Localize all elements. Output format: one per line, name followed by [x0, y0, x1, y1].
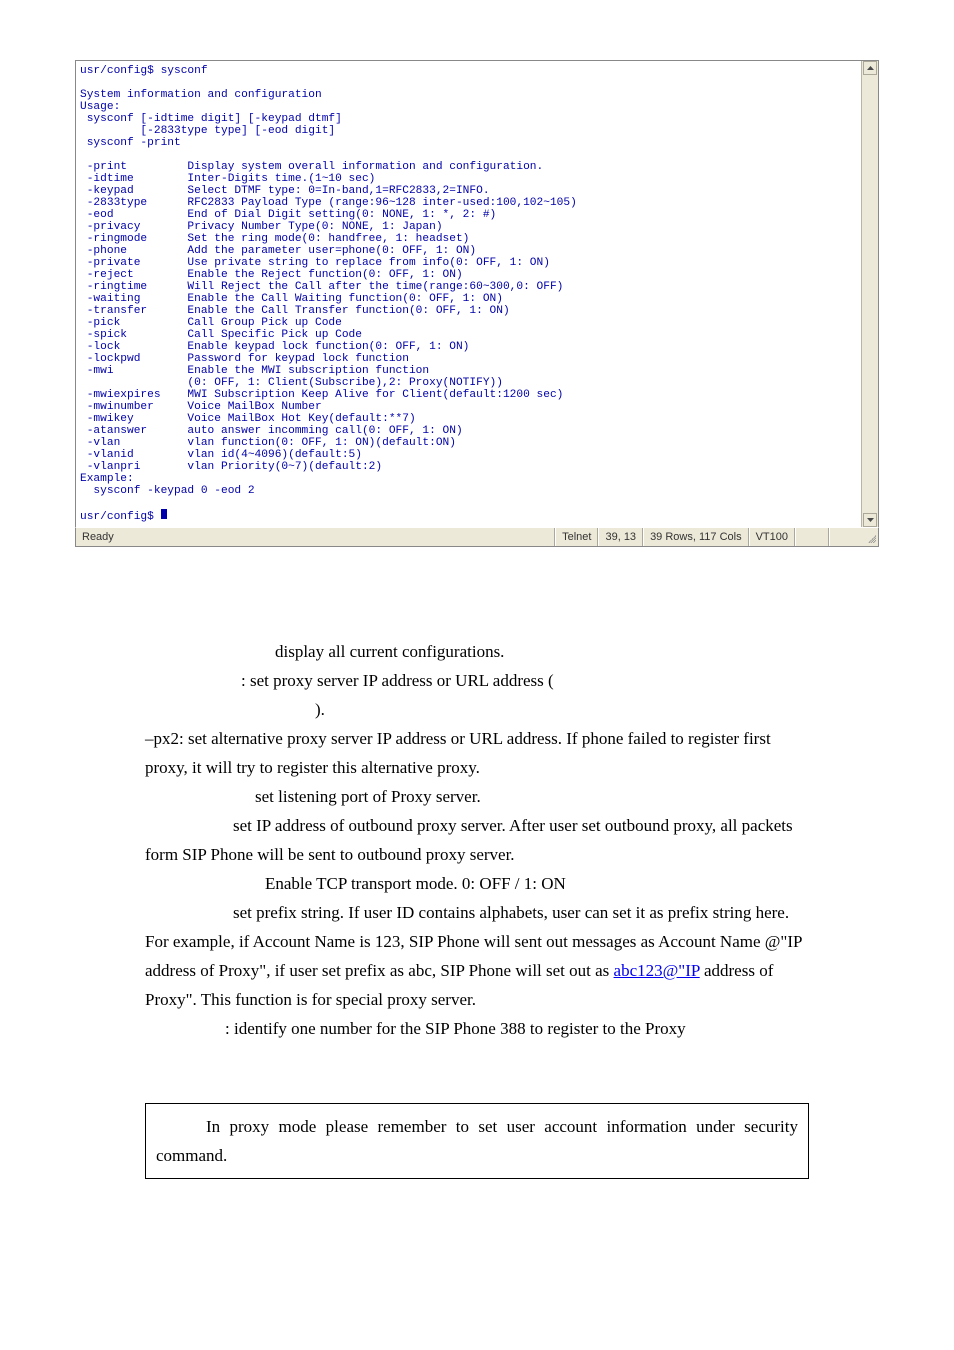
doc-line-print: display all current configurations.: [145, 637, 809, 666]
doc-line-identify: : identify one number for the SIP Phone …: [145, 1014, 809, 1043]
doc-line-tcp: Enable TCP transport mode. 0: OFF / 1: O…: [145, 869, 809, 898]
terminal-window: usr/config$ sysconf System information a…: [75, 60, 879, 527]
doc-line-prefix: set prefix string. If user ID contains a…: [145, 898, 809, 1014]
note-text: In proxy mode please remember to set use…: [156, 1117, 798, 1165]
doc-line-proxy-a: : set proxy server IP address or URL add…: [145, 666, 809, 695]
status-cursor-pos: 39, 13: [598, 528, 643, 546]
document-body: display all current configurations. : se…: [75, 637, 879, 1179]
status-dimensions: 39 Rows, 117 Cols: [643, 528, 749, 546]
status-term-type: VT100: [749, 528, 795, 546]
terminal-output: usr/config$ sysconf System information a…: [76, 61, 861, 527]
note-box: In proxy mode please remember to set use…: [145, 1103, 809, 1179]
status-ready: Ready: [76, 528, 555, 546]
doc-line-outbound: set IP address of outbound proxy server.…: [145, 811, 809, 869]
scroll-down-button[interactable]: [863, 513, 877, 527]
scrollbar[interactable]: [861, 61, 878, 527]
status-empty-2: [829, 528, 862, 546]
status-bar: Ready Telnet 39, 13 39 Rows, 117 Cols VT…: [75, 527, 879, 547]
doc-line-pxport: set listening port of Proxy server.: [145, 782, 809, 811]
status-empty-1: [795, 528, 829, 546]
resize-grip-icon[interactable]: [862, 529, 878, 545]
doc-prefix-link[interactable]: abc123@"IP: [614, 961, 700, 980]
cursor-icon: [161, 509, 167, 519]
chevron-down-icon: [867, 518, 874, 522]
doc-line-proxy-b: ).: [145, 695, 809, 724]
scroll-up-button[interactable]: [863, 61, 877, 75]
doc-line-px2: –px2: set alternative proxy server IP ad…: [145, 724, 809, 782]
chevron-up-icon: [867, 66, 874, 70]
status-protocol: Telnet: [555, 528, 598, 546]
